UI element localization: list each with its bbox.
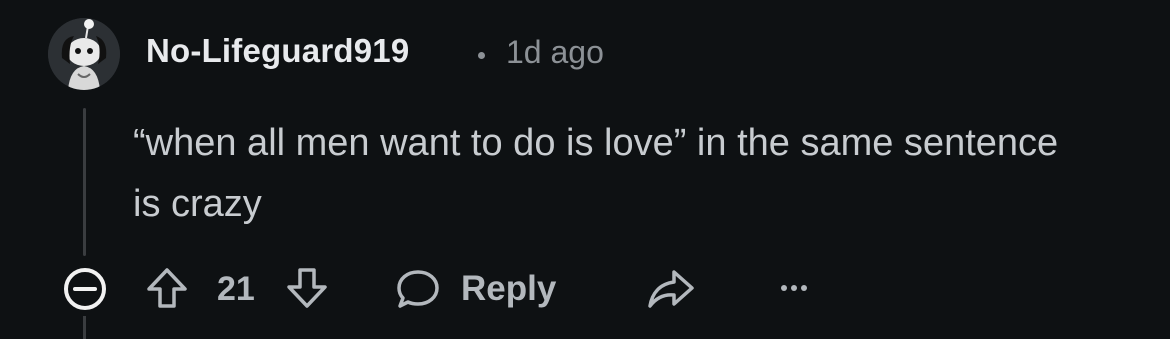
comment-body: “when all men want to do is love” in the… [133, 122, 1059, 225]
author-name[interactable]: No-Lifeguard919 [146, 32, 409, 70]
avatar-image [48, 18, 120, 90]
thread-line[interactable] [83, 108, 86, 256]
avatar[interactable] [48, 18, 120, 90]
vote-score: 21 [217, 270, 255, 308]
separator-dot [478, 52, 485, 59]
share-arrow-icon [648, 270, 694, 308]
thread-line-continuation[interactable] [83, 316, 86, 339]
arrow-down-icon [287, 268, 327, 308]
upvote-button[interactable] [143, 264, 191, 312]
minus-circle-icon [64, 268, 106, 310]
reply-label: Reply [461, 269, 557, 308]
reply-button[interactable]: Reply [393, 264, 573, 312]
downvote-button[interactable] [283, 264, 331, 312]
timestamp: 1d ago [506, 34, 604, 70]
collapse-button[interactable] [62, 266, 108, 312]
share-button[interactable] [644, 264, 696, 312]
arrow-up-icon [147, 268, 187, 308]
speech-bubble-icon [397, 270, 439, 308]
more-options-button[interactable] [775, 272, 815, 304]
ellipsis-icon [781, 285, 807, 291]
comment: No-Lifeguard919 1d ago “when all men wan… [0, 0, 1170, 339]
